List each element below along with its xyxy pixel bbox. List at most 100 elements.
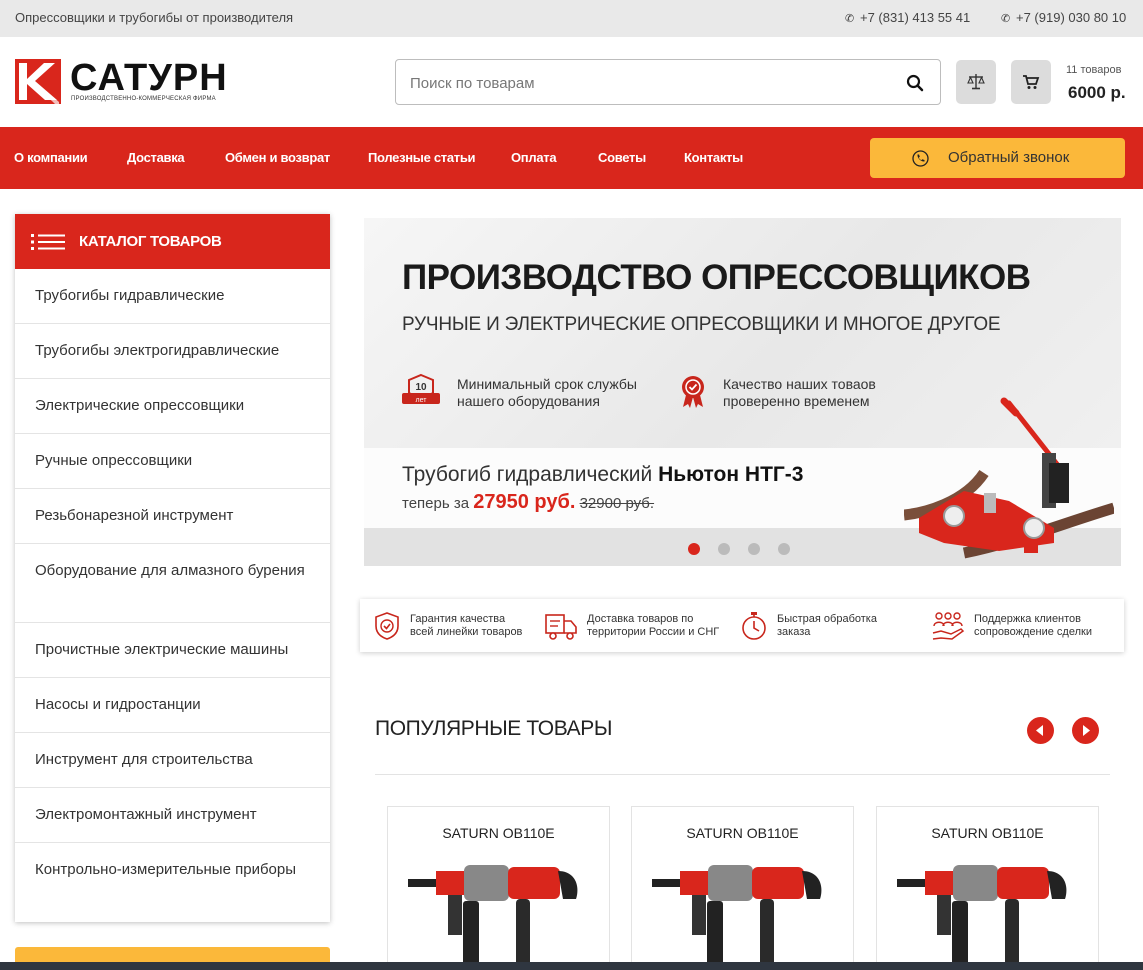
feature-lifetime: Минимальный срок службы нашего оборудова… [457,376,637,410]
catalog-item-threading-tools[interactable]: Резьбонарезной инструмент [15,489,330,544]
feature-line: Качество наших товаов [723,376,876,392]
catalog-item-diamond-drilling[interactable]: Оборудование для алмазного бурения [15,544,330,623]
search-icon[interactable] [906,74,924,92]
promo-product: Трубогиб гидравлический Ньютон НТГ-3 [402,463,803,487]
catalog-item-label: Электромонтажный инструмент [35,806,257,823]
cart-sum[interactable]: 6000 р. [1068,83,1126,103]
advantage-fast-processing: Быстрая обработка заказа [777,613,877,639]
catalog-item-label: Прочистные электрические машины [35,641,289,658]
menu-list-icon [31,234,65,250]
phone-icon: ✆ [1001,13,1011,25]
pipe-bender-image [904,397,1114,559]
badge-word: лет [416,397,428,404]
catalog-item-label: Ручные опрессовщики [35,452,193,469]
price-old: 32900 руб. [579,495,655,512]
catalog-item-manual-crimpers[interactable]: Ручные опрессовщики [15,434,330,489]
price-prefix: теперь за [402,495,474,512]
advantage-line: территории России и СНГ [587,626,720,638]
product-name: SATURN OB110E [442,825,555,841]
slider-dot-4[interactable] [778,543,790,555]
search-box [395,59,941,105]
nav-item-tips[interactable]: Советы [598,150,646,165]
catalog-item-hydraulic-benders[interactable]: Трубогибы гидравлические [15,269,330,324]
catalog-item-electric-crimpers[interactable]: Электрические опрессовщики [15,379,330,434]
logo-text[interactable]: САТУРН [70,58,228,98]
stopwatch-icon [742,612,766,640]
advantage-line: Гарантия качества [410,613,506,625]
nav-item-returns[interactable]: Обмен и возврат [225,150,330,165]
carousel-next-button[interactable] [1072,717,1099,744]
advantage-line: всей линейки товаров [410,626,523,638]
advantage-support: Поддержка клиентов сопровождение сделки [974,613,1092,639]
catalog-item-construction-tools[interactable]: Инструмент для строительства [15,733,330,788]
nav-item-delivery[interactable]: Доставка [127,150,185,165]
cart-button[interactable] [1011,60,1051,104]
catalog-title: КАТАЛОГ ТОВАРОВ [79,233,222,250]
banner-subtitle: РУЧНЫЕ И ЭЛЕКТРИЧЕСКИЕ ОПРЕСОВЩИКИ И МНО… [402,314,1001,335]
quality-rosette-icon [682,376,704,408]
logo-mark-icon[interactable] [15,59,61,104]
advantages-bar: Гарантия качества всей линейки товаров Д… [360,599,1124,652]
promo-product-name: Ньютон НТГ-3 [658,463,804,486]
ten-years-badge-icon: 10 лет [402,373,440,404]
delivery-truck-icon [545,614,577,640]
drill-image [652,865,822,970]
phone-number: +7 (919) 030 80 10 [1016,10,1127,25]
phone-link-2[interactable]: ✆ +7 (919) 030 80 10 [1001,10,1126,25]
slider-dot-3[interactable] [748,543,760,555]
search-input[interactable] [410,72,880,94]
shield-check-icon [375,612,399,640]
catalog-item-label: Трубогибы электрогидравлические [35,342,280,359]
phone-link-1[interactable]: ✆ +7 (831) 413 55 41 [845,10,970,25]
advantage-line: заказа [777,626,811,638]
catalog-item-pumps[interactable]: Насосы и гидростанции [15,678,330,733]
tagline: Опрессовщики и трубогибы от производител… [15,10,294,25]
badge-number: 10 [415,382,427,393]
nav-item-articles[interactable]: Полезные статьи [368,150,476,165]
product-card[interactable]: SATURN OB110E [387,806,610,970]
slider-dot-2[interactable] [718,543,730,555]
callback-button[interactable]: Обратный звонок [870,138,1125,178]
slider-dot-1[interactable] [688,543,700,555]
product-name: SATURN OB110E [931,825,1044,841]
scales-icon [967,74,985,90]
banner-title: ПРОИЗВОДСТВО ОПРЕССОВЩИКОВ [402,258,1031,297]
logo-subtitle: ПРОИЗВОДСТВЕННО-КОММЕРЧЕСКАЯ ФИРМА [71,96,216,102]
catalog-item-electrical-tools[interactable]: Электромонтажный инструмент [15,788,330,843]
compare-button[interactable] [956,60,996,104]
phone-icon: ✆ [845,13,855,25]
advantage-line: сопровождение сделки [974,626,1092,638]
support-hand-icon [932,612,965,640]
advantage-line: Быстрая обработка [777,613,877,625]
nav-item-payment[interactable]: Оплата [511,150,557,165]
catalog-item-label: Контрольно-измерительные приборы [35,861,296,878]
promo-product-prefix: Трубогиб гидравлический [402,463,659,486]
feature-line: нашего оборудования [457,393,600,409]
hero-banner[interactable]: ПРОИЗВОДСТВО ОПРЕССОВЩИКОВ РУЧНЫЕ И ЭЛЕК… [364,218,1121,566]
popular-divider [375,774,1110,775]
catalog-header[interactable]: КАТАЛОГ ТОВАРОВ [15,214,330,269]
advantage-line: Поддержка клиентов [974,613,1082,625]
nav-item-contacts[interactable]: Контакты [684,150,743,165]
feature-line: проверенно временем [723,393,870,409]
catalog-item-electrohydraulic-benders[interactable]: Трубогибы электрогидравлические [15,324,330,379]
catalog-item-cleaning-machines[interactable]: Прочистные электрические машины [15,623,330,678]
phone-number: +7 (831) 413 55 41 [860,10,971,25]
product-card[interactable]: SATURN OB110E [631,806,854,970]
product-card[interactable]: SATURN OB110E [876,806,1099,970]
drill-image [897,865,1067,970]
cart-icon [1023,75,1040,89]
nav-item-about[interactable]: О компании [14,150,88,165]
carousel-prev-button[interactable] [1027,717,1054,744]
catalog-item-label: Резьбонарезной инструмент [35,507,234,524]
product-name: SATURN OB110E [686,825,799,841]
catalog-item-label: Трубогибы гидравлические [35,287,225,304]
catalog-item-label: Электрические опрессовщики [35,397,245,414]
catalog-item-label: Насосы и гидростанции [35,696,201,713]
catalog-item-label: Оборудование для алмазного бурения [35,562,305,579]
price-new: 27950 руб. [473,491,576,513]
catalog-item-measuring-devices[interactable]: Контрольно-измерительные приборы [15,843,330,922]
callback-label: Обратный звонок [948,149,1070,166]
drill-image [408,865,578,970]
catalog-sidebar: КАТАЛОГ ТОВАРОВ Трубогибы гидравлические… [15,214,330,922]
